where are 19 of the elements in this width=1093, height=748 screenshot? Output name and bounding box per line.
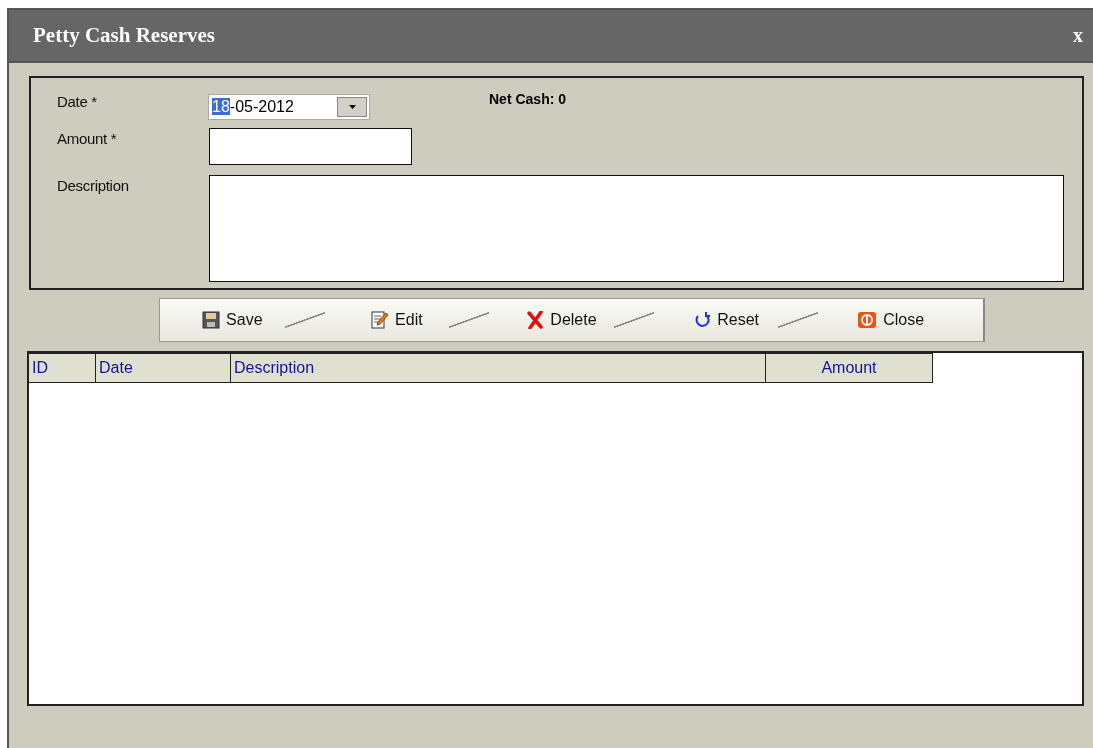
column-header[interactable]: Date [96, 353, 231, 383]
column-header[interactable]: Amount [766, 353, 933, 383]
amount-field[interactable] [209, 128, 412, 165]
close-button[interactable]: x [1073, 24, 1083, 47]
power-icon [857, 311, 878, 329]
column-header[interactable]: Description [231, 353, 766, 383]
description-field[interactable] [208, 175, 1064, 282]
caret-icon [348, 105, 356, 109]
field-label: Description [57, 176, 130, 194]
column-header[interactable]: ID [29, 353, 96, 383]
cross-icon [526, 311, 545, 329]
reload-arrow-icon [693, 311, 712, 329]
field-label: Amount * [57, 129, 118, 147]
notepad-pencil-icon [371, 310, 390, 330]
field-label: Date * [57, 92, 98, 110]
dropdown-button[interactable] [337, 97, 367, 117]
window-title: Petty Cash Reserves [33, 23, 215, 48]
close-button[interactable]: Close [818, 299, 983, 341]
net-cash-label: Net Cash: 0 [489, 91, 567, 107]
